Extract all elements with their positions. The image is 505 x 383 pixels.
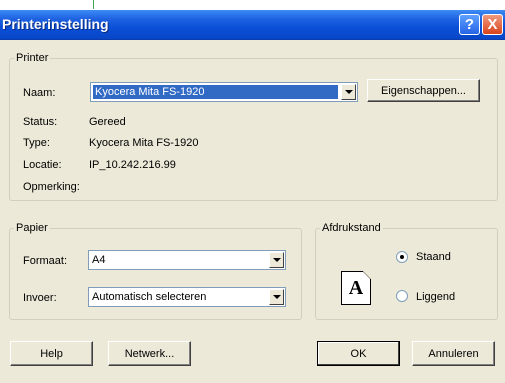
source-select[interactable]: Automatisch selecteren [88, 287, 286, 307]
landscape-radio[interactable] [396, 290, 408, 302]
source-value: Automatisch selecteren [92, 291, 207, 303]
source-dropdown-button[interactable] [269, 289, 284, 305]
type-label: Type: [23, 137, 50, 149]
desktop-strip [0, 0, 505, 10]
status-value: Gereed [89, 116, 126, 128]
location-label: Locatie: [23, 159, 62, 171]
printer-name-select[interactable]: Kyocera Mita FS-1920 [90, 82, 358, 102]
type-value: Kyocera Mita FS-1920 [89, 137, 199, 149]
orientation-group-legend: Afdrukstand [322, 222, 381, 234]
page-orientation-icon: A [341, 271, 371, 305]
source-label: Invoer: [23, 292, 57, 304]
help-icon: ? [464, 16, 475, 33]
chevron-down-icon [272, 258, 281, 262]
title-close-button[interactable]: X [482, 14, 503, 35]
ok-button[interactable]: OK [317, 341, 400, 366]
printer-name-value: Kyocera Mita FS-1920 [93, 85, 338, 99]
portrait-radio[interactable] [396, 251, 408, 263]
location-value: IP_10.242.216.99 [89, 159, 176, 171]
format-dropdown-button[interactable] [269, 252, 284, 268]
properties-button[interactable]: Eigenschappen... [367, 79, 480, 102]
format-select[interactable]: A4 [88, 250, 286, 270]
printer-group: Printer [9, 52, 498, 201]
network-button[interactable]: Netwerk... [108, 341, 191, 366]
cursor-line [93, 0, 94, 9]
format-label: Formaat: [23, 255, 68, 267]
window-title: Printerinstelling [2, 16, 109, 32]
help-button[interactable]: Help [10, 341, 93, 366]
chevron-down-icon [344, 90, 353, 94]
close-icon: X [487, 16, 498, 33]
format-value: A4 [92, 254, 106, 266]
printer-group-legend: Printer [16, 52, 49, 64]
page-fold-icon [363, 271, 371, 279]
cancel-button[interactable]: Annuleren [412, 341, 495, 366]
printer-name-label: Naam: [23, 87, 56, 99]
radio-selected-dot [400, 255, 404, 259]
paper-group-legend: Papier [16, 222, 48, 234]
title-help-button[interactable]: ? [459, 14, 480, 35]
printer-name-dropdown-button[interactable] [341, 84, 356, 100]
page-orientation-letter: A [348, 276, 364, 299]
chevron-down-icon [272, 295, 281, 299]
status-label: Status: [23, 116, 58, 128]
comment-label: Opmerking: [23, 181, 80, 193]
portrait-label[interactable]: Staand [416, 251, 451, 264]
landscape-label[interactable]: Liggend [416, 291, 455, 304]
